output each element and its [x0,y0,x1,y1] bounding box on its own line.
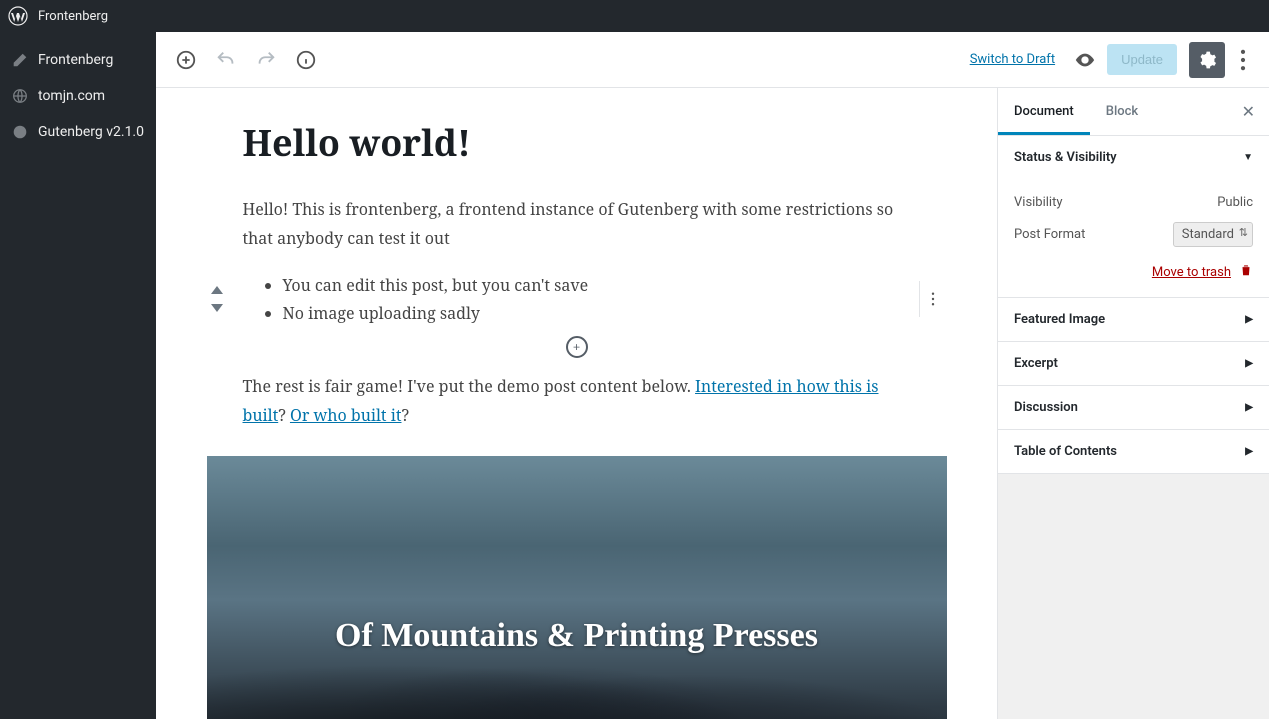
rest-paragraph[interactable]: The rest is fair game! I've put the demo… [243,372,911,430]
visibility-value[interactable]: Public [1217,195,1253,210]
trash-icon [1239,263,1253,281]
section-status-visibility: Status & Visibility ▼ Visibility Public … [998,136,1269,298]
intro-paragraph[interactable]: Hello! This is frontenberg, a frontend i… [243,195,911,253]
list-item[interactable]: No image uploading sadly [283,299,911,328]
info-button[interactable] [288,42,324,78]
insert-block-inline: + [243,336,911,358]
site-name[interactable]: Frontenberg [38,9,108,24]
sidebar-item-label: Frontenberg [38,52,113,68]
post-format-select[interactable]: Standard [1173,222,1253,247]
tab-document[interactable]: Document [998,88,1090,135]
sidebar-item-label: Gutenberg v2.1.0 [38,124,144,140]
list-item[interactable]: You can edit this post, but you can't sa… [283,271,911,300]
section-table-of-contents: Table of Contents ▶ [998,430,1269,474]
section-title: Table of Contents [1014,444,1117,459]
visibility-label: Visibility [1014,195,1063,210]
cover-image-block[interactable]: Of Mountains & Printing Presses [207,456,947,719]
settings-toggle-button[interactable] [1189,42,1225,78]
admin-bar: Frontenberg [0,0,1269,32]
settings-panel: Document Block ✕ Status & Visibility ▼ V… [997,88,1269,719]
post-format-label: Post Format [1014,227,1085,242]
block-more-button[interactable] [919,281,947,317]
admin-sidebar: Frontenberg tomjn.com Gutenberg v2.1.0 [0,32,156,719]
more-options-button[interactable] [1229,42,1257,78]
chevron-right-icon: ▶ [1245,446,1253,457]
wordpress-logo-icon[interactable] [8,6,28,26]
link-who-built[interactable]: Or who built it [290,404,402,426]
add-block-button[interactable] [168,42,204,78]
move-up-button[interactable] [207,283,227,297]
move-to-trash-link[interactable]: Move to trash [1152,265,1231,280]
switch-to-draft-link[interactable]: Switch to Draft [970,52,1055,67]
section-title: Excerpt [1014,356,1058,371]
sidebar-item-gutenberg[interactable]: Gutenberg v2.1.0 [0,114,156,150]
move-down-button[interactable] [207,301,227,315]
update-button[interactable]: Update [1107,44,1177,75]
section-title: Featured Image [1014,312,1105,327]
sidebar-item-frontenberg[interactable]: Frontenberg [0,42,156,78]
chevron-right-icon: ▶ [1245,402,1253,413]
globe-icon [10,86,30,106]
section-discussion: Discussion ▶ [998,386,1269,430]
close-panel-button[interactable]: ✕ [1228,102,1269,121]
sidebar-item-tomjn[interactable]: tomjn.com [0,78,156,114]
list-block[interactable]: You can edit this post, but you can't sa… [243,267,911,333]
preview-button[interactable] [1067,42,1103,78]
block-mover [207,283,227,315]
section-featured-image: Featured Image ▶ [998,298,1269,342]
section-excerpt: Excerpt ▶ [998,342,1269,386]
chevron-down-icon: ▼ [1243,152,1253,163]
cover-title[interactable]: Of Mountains & Printing Presses [335,617,818,655]
section-title: Status & Visibility [1014,150,1117,165]
redo-button[interactable] [248,42,284,78]
post-title[interactable]: Hello world! [243,118,911,167]
add-block-inline-button[interactable]: + [566,336,588,358]
editor-canvas[interactable]: Hello world! Hello! This is frontenberg,… [156,88,997,719]
section-title: Discussion [1014,400,1078,415]
chevron-right-icon: ▶ [1245,314,1253,325]
sidebar-item-label: tomjn.com [38,88,105,104]
editor-toolbar: Switch to Draft Update [156,32,1269,88]
gutenberg-icon [10,122,30,142]
tab-block[interactable]: Block [1090,88,1154,135]
undo-button[interactable] [208,42,244,78]
pencil-icon [10,50,30,70]
chevron-right-icon: ▶ [1245,358,1253,369]
